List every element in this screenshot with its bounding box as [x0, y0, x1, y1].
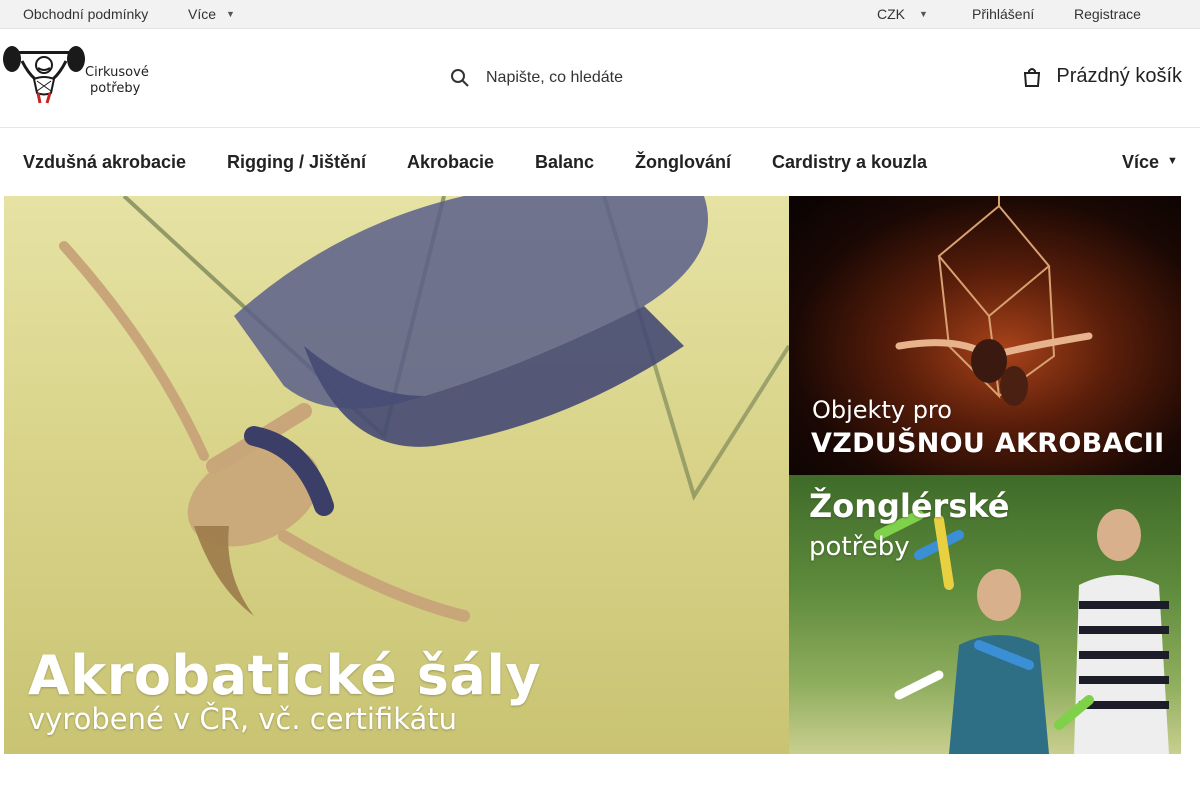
chevron-down-icon: ▼ [1167, 155, 1178, 168]
register-link[interactable]: Registrace [1074, 6, 1141, 22]
banner-juggling-line1: Žonglérské [809, 487, 1010, 525]
search-icon [451, 69, 469, 87]
currency-label: CZK [877, 6, 905, 22]
logo-line2: potřeby [90, 81, 141, 96]
nav-item-aerial-acrobatics[interactable]: Vzdušná akrobacie [23, 152, 186, 173]
banner-main-title: Akrobatické šály [28, 644, 542, 707]
site-header: Cirkusové potřeby Napište, co hledáte Pr… [0, 29, 1200, 128]
cart-icon [1024, 67, 1041, 87]
nav-item-juggling[interactable]: Žonglování [635, 152, 731, 173]
main-navigation: Vzdušná akrobacie Rigging / Jištění Akro… [0, 128, 1200, 196]
cart-label: Prázdný košík [1056, 65, 1182, 87]
nav-more-label: Více [1122, 152, 1160, 172]
nav-more-menu[interactable]: Více ▼ [1122, 152, 1178, 173]
banner-aerial-objects[interactable]: Objekty pro VZDUŠNOU AKROBACII [789, 196, 1181, 475]
banner-aerial-silks[interactable]: Akrobatické šály vyrobené v ČR, vč. cert… [4, 196, 789, 754]
chevron-down-icon: ▼ [226, 9, 235, 20]
search-input[interactable]: Napište, co hledáte [450, 63, 750, 93]
login-link[interactable]: Přihlášení [972, 6, 1034, 22]
nav-item-rigging[interactable]: Rigging / Jištění [227, 152, 366, 173]
nav-item-acrobatics[interactable]: Akrobacie [407, 152, 494, 173]
search-placeholder: Napište, co hledáte [486, 69, 623, 86]
logo-line1: Cirkusové [85, 65, 149, 80]
terms-link[interactable]: Obchodní podmínky [23, 6, 148, 22]
currency-selector[interactable]: CZK ▼ [877, 6, 928, 22]
chevron-down-icon: ▼ [919, 9, 928, 20]
top-more-menu[interactable]: Více ▼ [188, 6, 235, 22]
cart-button[interactable]: Prázdný košík [1022, 65, 1182, 88]
nav-item-balance[interactable]: Balanc [535, 152, 594, 173]
banner-aerial-line1: Objekty pro [812, 396, 952, 424]
banner-main-subtitle: vyrobené v ČR, vč. certifikátu [28, 702, 458, 736]
site-logo[interactable]: Cirkusové potřeby [2, 43, 149, 105]
banner-aerial-line2: VZDUŠNOU AKROBACII [811, 428, 1165, 459]
banner-juggling[interactable]: Žonglérské potřeby [789, 475, 1181, 754]
top-bar: Obchodní podmínky Více ▼ CZK ▼ Přihlášení … [0, 0, 1200, 29]
top-more-label: Více [188, 6, 217, 22]
nav-item-cardistry[interactable]: Cardistry a kouzla [772, 152, 927, 173]
banner-juggling-line2: potřeby [809, 532, 910, 562]
